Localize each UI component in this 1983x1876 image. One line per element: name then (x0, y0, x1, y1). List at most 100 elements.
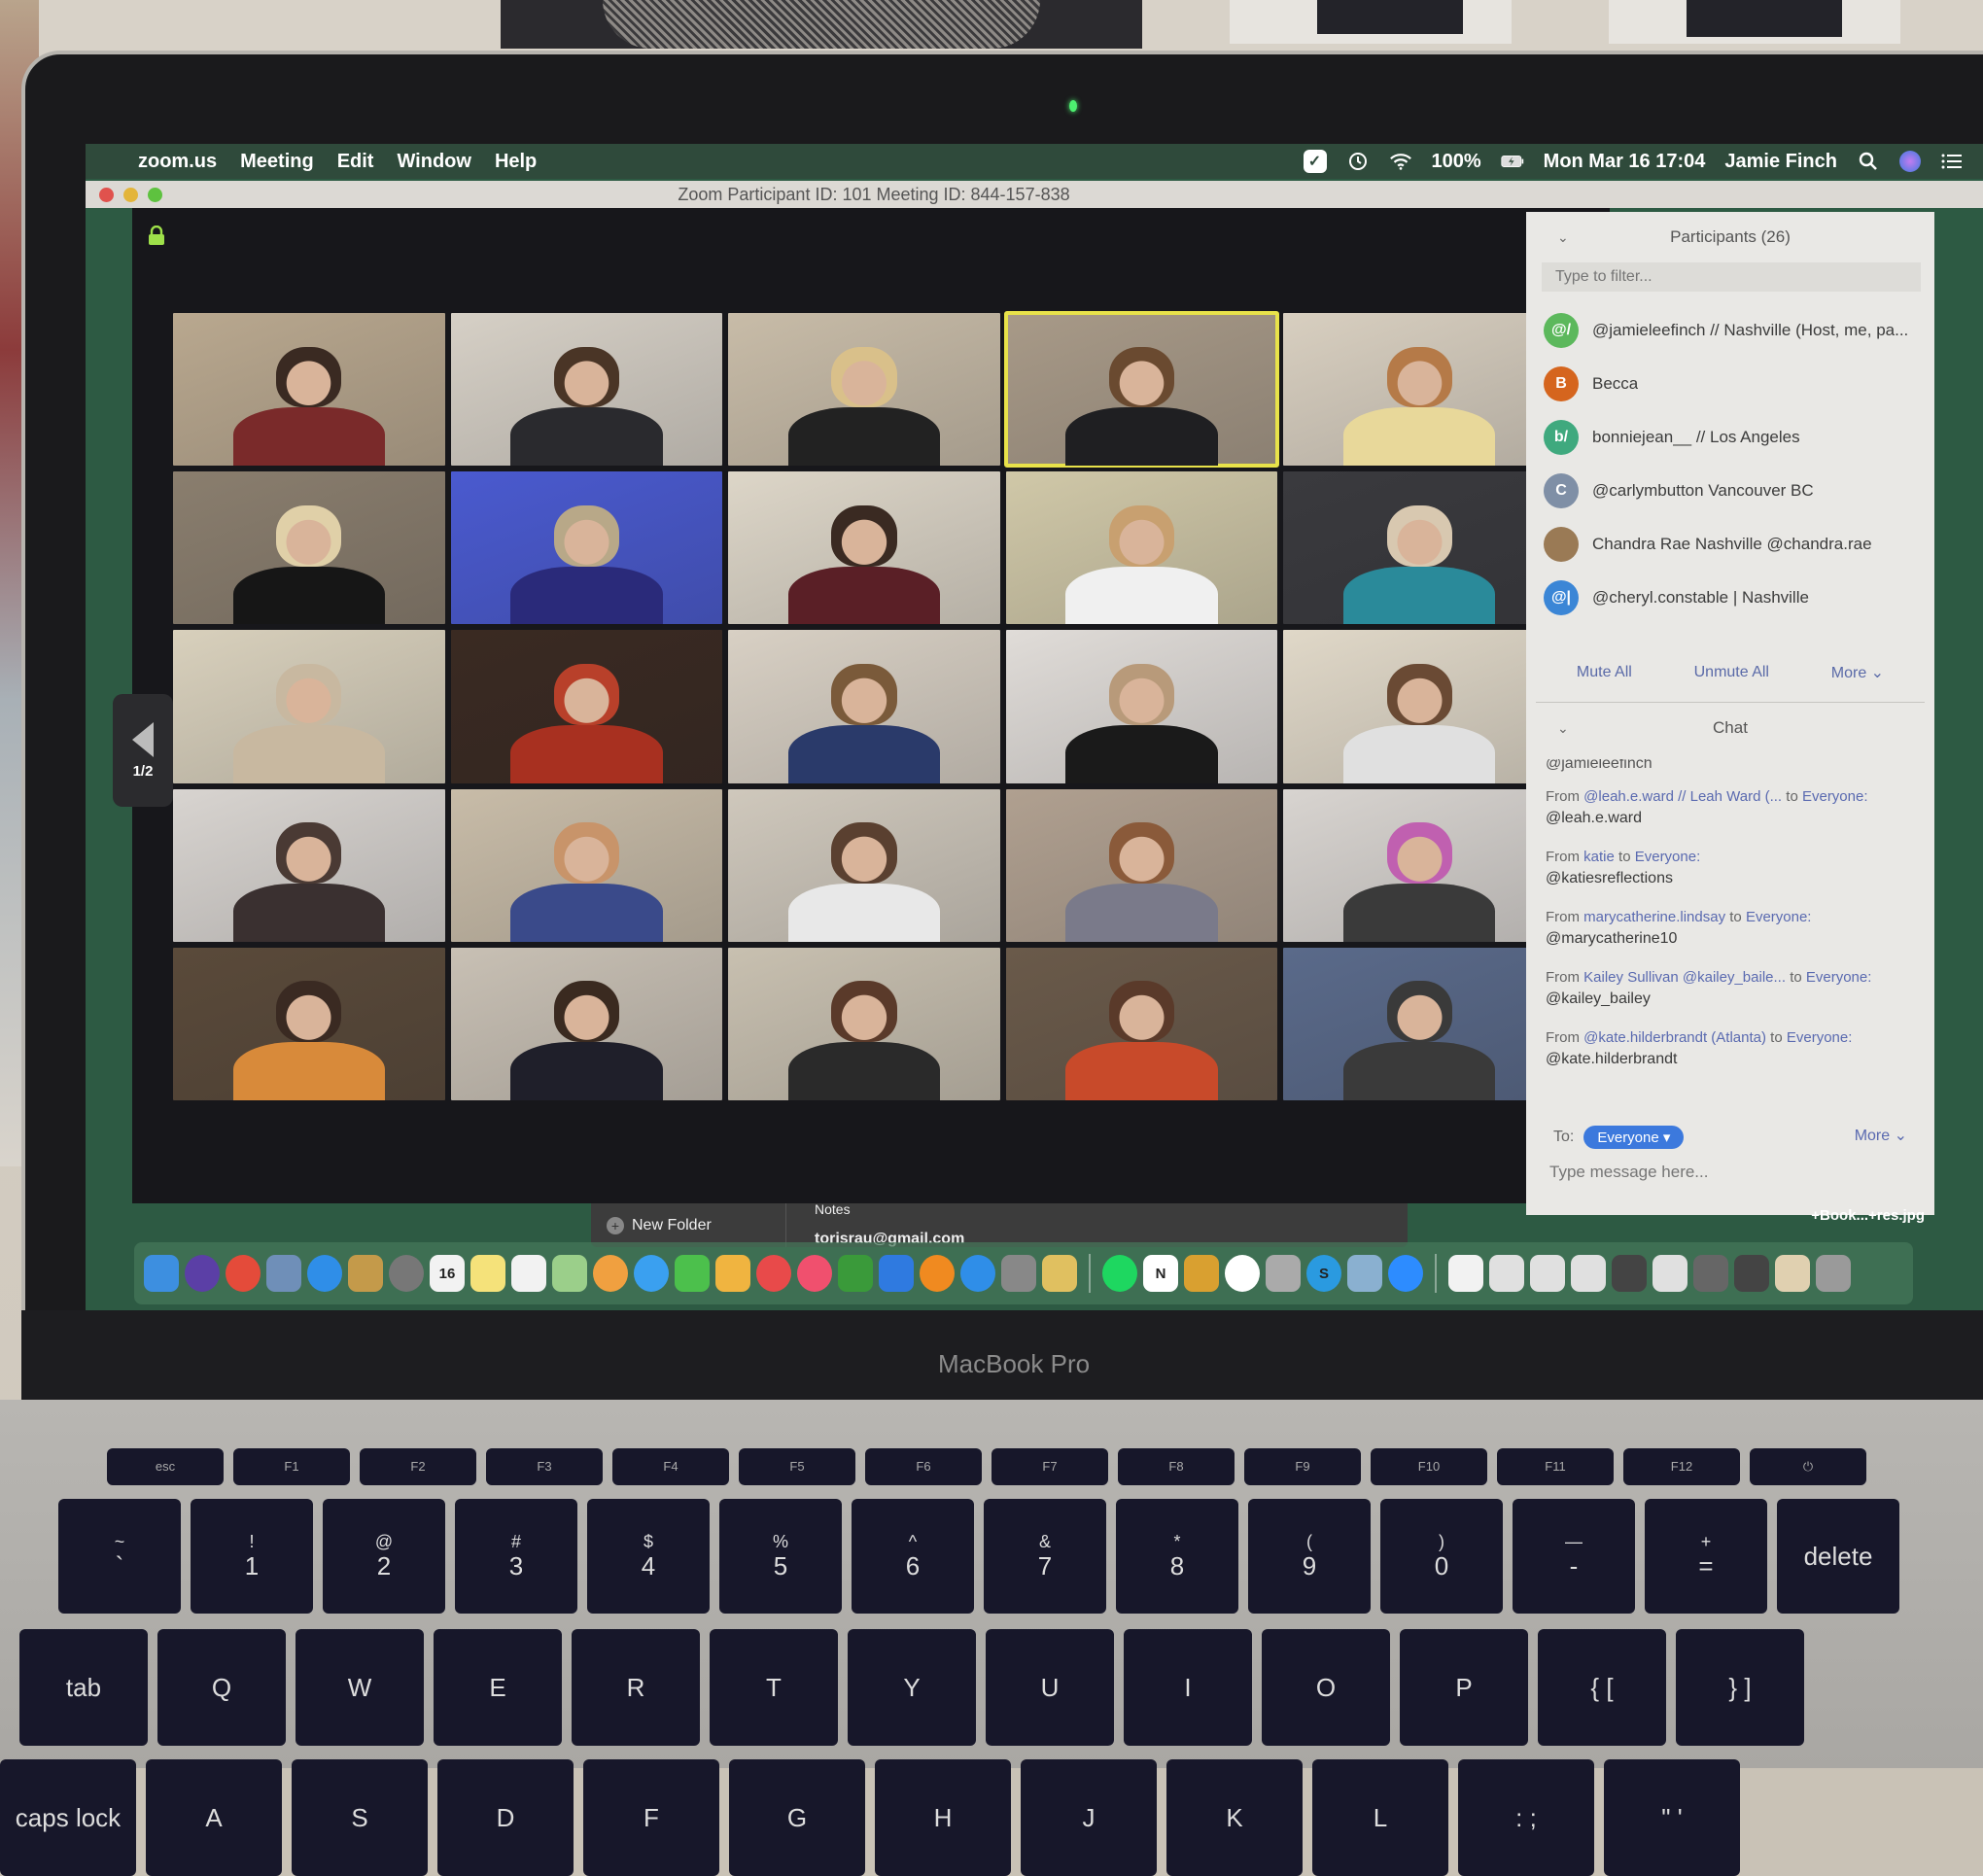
keyboard-key[interactable]: P (1400, 1629, 1528, 1746)
participant-list-item[interactable]: B Becca (1526, 357, 1934, 410)
time-machine-icon[interactable] (1346, 150, 1370, 173)
dock-keynote-icon[interactable] (879, 1255, 914, 1292)
keyboard-key[interactable]: F10 (1371, 1448, 1487, 1485)
dock-calendar-icon[interactable]: 16 (430, 1255, 465, 1292)
keyboard-key[interactable]: F1 (233, 1448, 350, 1485)
keyboard-key[interactable]: % 5 (719, 1499, 842, 1614)
dock-notion-icon[interactable]: N (1143, 1255, 1178, 1292)
participant-video-tile[interactable] (1283, 788, 1555, 942)
participant-video-tile[interactable] (450, 471, 723, 625)
keyboard-key[interactable]: G (729, 1759, 865, 1876)
notification-center-icon[interactable] (1940, 150, 1964, 173)
keyboard-key[interactable]: D (437, 1759, 574, 1876)
keyboard-key[interactable]: esc (107, 1448, 224, 1485)
keyboard-key[interactable]: @2 (323, 1499, 445, 1614)
participant-list-item[interactable]: @| @cheryl.constable | Nashville (1526, 571, 1934, 624)
keyboard-key[interactable]: : ; (1458, 1759, 1594, 1876)
dock-doc-7-icon[interactable] (1734, 1255, 1769, 1292)
checkmark-status-icon[interactable]: ✓ (1303, 150, 1327, 173)
dock-skype-icon[interactable]: S (1306, 1255, 1341, 1292)
previous-page-button[interactable]: 1/2 (113, 694, 173, 807)
siri-icon[interactable] (1899, 151, 1921, 172)
lock-encryption-icon[interactable] (148, 225, 165, 245)
dock-app-store-icon[interactable] (960, 1255, 995, 1292)
keyboard-key[interactable]: caps lock (0, 1759, 136, 1876)
participant-list-item[interactable]: b/bonniejean__ // Los Angeles (1526, 410, 1934, 464)
dock-finder-icon[interactable] (144, 1255, 179, 1292)
participant-list-item[interactable]: C @carlymbutton Vancouver BC (1526, 464, 1934, 517)
dock-reminders-icon[interactable] (511, 1255, 546, 1292)
dock-automator-icon[interactable] (1042, 1255, 1077, 1292)
keyboard-key[interactable]: L (1312, 1759, 1448, 1876)
participant-video-tile[interactable] (1005, 471, 1278, 625)
dock-preview-icon[interactable] (266, 1255, 301, 1292)
dock-doc-3-icon[interactable] (1571, 1255, 1606, 1292)
keyboard-key[interactable]: F (583, 1759, 719, 1876)
keyboard-key[interactable]: — - (1513, 1499, 1635, 1614)
keyboard-key[interactable]: + = (1645, 1499, 1767, 1614)
keyboard-key[interactable]: R (572, 1629, 700, 1746)
participant-video-tile[interactable] (728, 471, 1000, 625)
dock-music-icon[interactable] (797, 1255, 832, 1292)
keyboard-key[interactable]: } ] (1676, 1629, 1804, 1746)
dock-spotify-icon[interactable] (1102, 1255, 1137, 1292)
keyboard-key[interactable]: O (1262, 1629, 1390, 1746)
participant-video-tile[interactable] (450, 788, 723, 942)
participant-video-tile[interactable] (1283, 630, 1555, 783)
dock-facetime-icon[interactable] (675, 1255, 710, 1292)
sender-name[interactable]: @leah.e.ward // Leah Ward (... (1583, 788, 1782, 805)
dock-contacts-icon[interactable] (348, 1255, 383, 1292)
menu-window[interactable]: Window (397, 151, 470, 173)
recipient-name[interactable]: Everyone: (1806, 969, 1872, 986)
participant-video-tile[interactable] (450, 313, 723, 467)
desktop-file-label[interactable]: +Book...+res.jpg (1811, 1207, 1925, 1224)
dock-utilities-icon[interactable] (1266, 1255, 1301, 1292)
participant-filter-input[interactable] (1542, 262, 1921, 292)
keyboard-key[interactable]: T (710, 1629, 838, 1746)
menu-help[interactable]: Help (495, 151, 537, 173)
menu-meeting[interactable]: Meeting (240, 151, 314, 173)
dock-slack-icon[interactable] (1225, 1255, 1260, 1292)
dock-doc-2-icon[interactable] (1530, 1255, 1565, 1292)
user-name[interactable]: Jamie Finch (1724, 151, 1837, 173)
participant-list-item[interactable]: @/ @jamieleefinch // Nashville (Host, me,… (1526, 303, 1934, 357)
sender-name[interactable]: marycatherine.lindsay (1583, 909, 1725, 925)
dock-keychain-icon[interactable] (1184, 1255, 1219, 1292)
mute-all-button[interactable]: Mute All (1577, 664, 1632, 681)
dock-system-preferences-icon[interactable] (1001, 1255, 1036, 1292)
keyboard-key[interactable]: & 7 (984, 1499, 1106, 1614)
keyboard-key[interactable]: delete (1777, 1499, 1899, 1614)
dock-pages-icon[interactable] (715, 1255, 750, 1292)
keyboard-key[interactable]: ! 1 (191, 1499, 313, 1614)
dock-books-icon[interactable] (920, 1255, 955, 1292)
keyboard-key[interactable]: F7 (992, 1448, 1108, 1485)
unmute-all-button[interactable]: Unmute All (1694, 664, 1769, 681)
participant-video-tile[interactable] (450, 630, 723, 783)
sender-name[interactable]: @kate.hilderbrandt (Atlanta) (1583, 1029, 1766, 1046)
keyboard-key[interactable]: #3 (455, 1499, 577, 1614)
keyboard-key[interactable]: * 8 (1116, 1499, 1238, 1614)
participant-video-tile[interactable] (1283, 947, 1555, 1100)
participant-video-tile[interactable] (728, 630, 1000, 783)
keyboard-key[interactable]: F4 (612, 1448, 729, 1485)
keyboard-key[interactable]: F8 (1118, 1448, 1235, 1485)
keyboard-key[interactable]: H (875, 1759, 1011, 1876)
collapse-participants-chevron-icon[interactable]: ⌄ (1557, 229, 1569, 246)
participant-video-tile[interactable] (1005, 630, 1278, 783)
keyboard-key[interactable]: F6 (865, 1448, 982, 1485)
keyboard-key[interactable]: ) 0 (1380, 1499, 1503, 1614)
participant-video-tile[interactable] (173, 788, 445, 942)
keyboard-key[interactable]: W (296, 1629, 424, 1746)
keyboard-key[interactable]: F12 (1623, 1448, 1740, 1485)
keyboard-key[interactable]: F11 (1497, 1448, 1614, 1485)
keyboard-key[interactable]: U (986, 1629, 1114, 1746)
dock-image-capture-icon[interactable] (1347, 1255, 1382, 1292)
dock-safari-icon[interactable] (307, 1255, 342, 1292)
dock-numbers-icon[interactable] (838, 1255, 873, 1292)
menu-app-name[interactable]: zoom.us (138, 151, 217, 173)
dock-launchpad-icon[interactable] (389, 1255, 424, 1292)
keyboard-key[interactable]: tab (19, 1629, 148, 1746)
sender-name[interactable]: katie (1583, 849, 1615, 865)
dock-photos-icon[interactable] (593, 1255, 628, 1292)
keyboard-key[interactable]: E (434, 1629, 562, 1746)
